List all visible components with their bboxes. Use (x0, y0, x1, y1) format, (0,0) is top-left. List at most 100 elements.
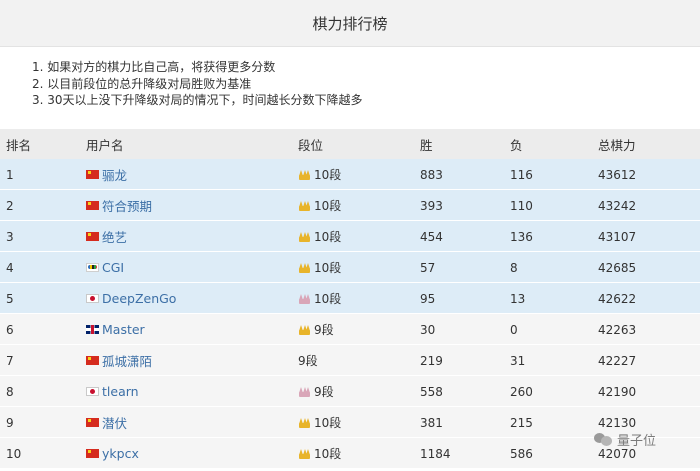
user-cell: 绝艺 (86, 221, 127, 252)
dan-value: 9段 (314, 323, 334, 337)
rank-cell: 10 (6, 438, 21, 469)
watermark: 量子位 (594, 428, 656, 450)
user-link[interactable]: 骊龙 (102, 165, 127, 184)
rank-value: 3 (6, 229, 14, 244)
wins-value: 558 (420, 384, 443, 399)
losses-cell: 110 (510, 190, 533, 221)
losses-value: 8 (510, 260, 518, 275)
total-value: 42622 (598, 291, 637, 306)
user-cell: ykpcx (86, 438, 139, 469)
cn-flag-icon (86, 232, 99, 241)
wins-cell: 30 (420, 314, 435, 345)
table-row: 7 孤城潇陌 9段 219 31 42227 (0, 345, 700, 376)
header-losses[interactable]: 负 (510, 129, 523, 159)
rank-value: 7 (6, 353, 14, 368)
crown-icon (298, 200, 311, 211)
cn-flag-icon (86, 356, 99, 365)
user-link[interactable]: Master (102, 322, 145, 337)
crown-icon (298, 417, 311, 428)
losses-value: 586 (510, 446, 533, 461)
losses-cell: 136 (510, 221, 533, 252)
total-cell: 43107 (598, 221, 636, 252)
user-link[interactable]: 符合预期 (102, 196, 152, 215)
user-link[interactable]: 潜伏 (102, 413, 127, 432)
user-link[interactable]: DeepZenGo (102, 291, 176, 306)
olympic-flag-icon (86, 263, 99, 272)
losses-cell: 116 (510, 159, 533, 190)
losses-cell: 260 (510, 376, 533, 407)
rules-list: 1. 如果对方的棋力比自己高，将获得更多分数 2. 以目前段位的总升降级对局胜败… (32, 59, 363, 109)
crown-icon (298, 231, 311, 242)
total-cell: 43612 (598, 159, 636, 190)
total-value: 42190 (598, 384, 637, 399)
wins-cell: 95 (420, 283, 435, 314)
user-link[interactable]: 绝艺 (102, 227, 127, 246)
user-cell: DeepZenGo (86, 283, 176, 314)
rank-value: 5 (6, 291, 14, 306)
total-cell: 42190 (598, 376, 636, 407)
losses-cell: 0 (510, 314, 518, 345)
user-cell: 符合预期 (86, 190, 152, 221)
rule-item: 3. 30天以上没下升降级对局的情况下，时间越长分数下降越多 (32, 93, 363, 107)
table-row: 6 Master 9段 30 0 42263 (0, 314, 700, 345)
total-value: 43612 (598, 167, 637, 182)
rule-item: 1. 如果对方的棋力比自己高，将获得更多分数 (32, 60, 276, 74)
dan-value: 10段 (314, 199, 342, 213)
dan-cell: 10段 (298, 283, 341, 314)
header-dan[interactable]: 段位 (298, 129, 323, 159)
user-link[interactable]: CGI (102, 260, 124, 275)
wins-cell: 57 (420, 252, 435, 283)
wins-cell: 1184 (420, 438, 451, 469)
losses-value: 110 (510, 198, 533, 213)
losses-value: 116 (510, 167, 533, 182)
total-value: 42685 (598, 260, 637, 275)
losses-cell: 215 (510, 407, 533, 438)
wins-value: 57 (420, 260, 436, 275)
table-row: 2 符合预期 10段 393 110 43242 (0, 190, 700, 221)
wins-value: 883 (420, 167, 443, 182)
losses-cell: 13 (510, 283, 525, 314)
user-link[interactable]: tlearn (102, 384, 139, 399)
header-total[interactable]: 总棋力 (598, 129, 636, 159)
rank-cell: 3 (6, 221, 14, 252)
dan-value: 10段 (314, 416, 342, 430)
page-title: 棋力排行榜 (312, 14, 388, 33)
user-link[interactable]: ykpcx (102, 446, 139, 461)
losses-value: 136 (510, 229, 533, 244)
rank-value: 9 (6, 415, 14, 430)
losses-value: 31 (510, 353, 526, 368)
wins-cell: 219 (420, 345, 443, 376)
rank-value: 1 (6, 167, 14, 182)
total-value: 43242 (598, 198, 637, 213)
dan-cell: 10段 (298, 221, 341, 252)
rank-value: 2 (6, 198, 14, 213)
rank-cell: 5 (6, 283, 14, 314)
header-user[interactable]: 用户名 (86, 129, 124, 159)
cn-flag-icon (86, 418, 99, 427)
dan-value: 10段 (314, 168, 342, 182)
rank-value: 10 (6, 446, 22, 461)
wins-value: 219 (420, 353, 443, 368)
rank-cell: 2 (6, 190, 14, 221)
rank-cell: 6 (6, 314, 14, 345)
crown-icon (298, 262, 311, 273)
crown-icon (298, 169, 311, 180)
cn-flag-icon (86, 201, 99, 210)
wins-cell: 393 (420, 190, 443, 221)
user-link[interactable]: 孤城潇陌 (102, 351, 152, 370)
page-header: 棋力排行榜 (0, 0, 700, 47)
wins-value: 393 (420, 198, 443, 213)
header-wins[interactable]: 胜 (420, 129, 433, 159)
rank-cell: 7 (6, 345, 14, 376)
wechat-icon (594, 432, 612, 446)
rank-cell: 4 (6, 252, 14, 283)
table-row: 4 CGI 10段 57 8 42685 (0, 252, 700, 283)
losses-cell: 31 (510, 345, 525, 376)
table-row: 1 骊龙 10段 883 116 43612 (0, 159, 700, 190)
header-rank[interactable]: 排名 (6, 129, 31, 159)
rank-cell: 8 (6, 376, 14, 407)
wins-cell: 454 (420, 221, 443, 252)
dan-value: 9段 (298, 354, 318, 368)
rank-cell: 9 (6, 407, 14, 438)
wins-value: 381 (420, 415, 443, 430)
